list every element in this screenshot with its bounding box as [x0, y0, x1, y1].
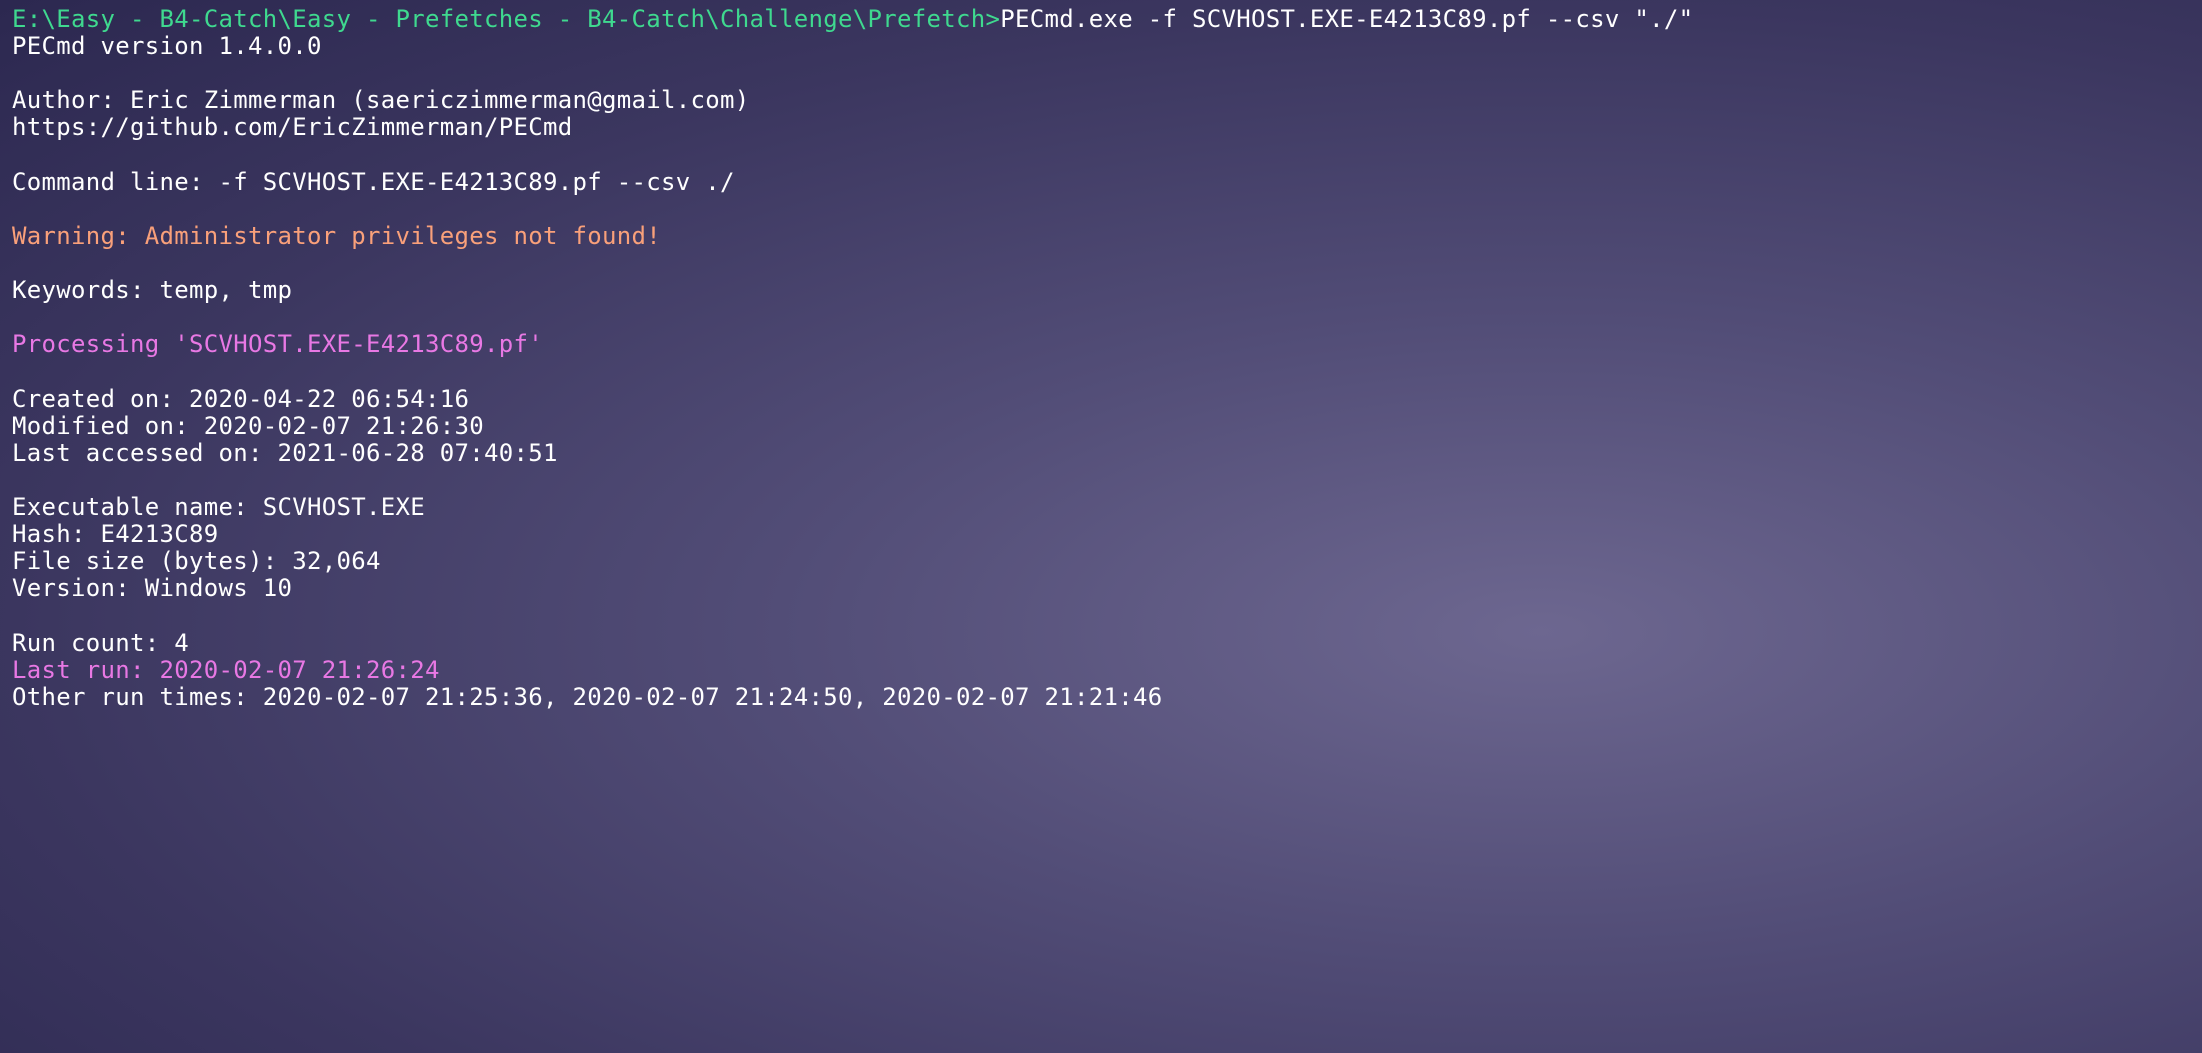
version-os-line: Version: Windows 10 — [12, 575, 2190, 602]
prompt-line[interactable]: E:\Easy - B4-Catch\Easy - Prefetches - B… — [12, 6, 2190, 33]
blank-line — [12, 358, 2190, 385]
blank-line — [12, 250, 2190, 277]
accessed-line: Last accessed on: 2021-06-28 07:40:51 — [12, 440, 2190, 467]
created-line: Created on: 2020-04-22 06:54:16 — [12, 386, 2190, 413]
warning-line: Warning: Administrator privileges not fo… — [12, 223, 2190, 250]
lastrun-line: Last run: 2020-02-07 21:26:24 — [12, 657, 2190, 684]
blank-line — [12, 467, 2190, 494]
otherruns-line: Other run times: 2020-02-07 21:25:36, 20… — [12, 684, 2190, 711]
author-line: Author: Eric Zimmerman (saericzimmerman@… — [12, 87, 2190, 114]
exe-name-line: Executable name: SCVHOST.EXE — [12, 494, 2190, 521]
blank-line — [12, 602, 2190, 629]
blank-line — [12, 196, 2190, 223]
hash-line: Hash: E4213C89 — [12, 521, 2190, 548]
runcount-line: Run count: 4 — [12, 630, 2190, 657]
command-text: PECmd.exe -f SCVHOST.EXE-E4213C89.pf --c… — [1000, 5, 1693, 33]
processing-line: Processing 'SCVHOST.EXE-E4213C89.pf' — [12, 331, 2190, 358]
github-line: https://github.com/EricZimmerman/PECmd — [12, 114, 2190, 141]
cmdline-line: Command line: -f SCVHOST.EXE-E4213C89.pf… — [12, 169, 2190, 196]
blank-line — [12, 60, 2190, 87]
modified-line: Modified on: 2020-02-07 21:26:30 — [12, 413, 2190, 440]
version-line: PECmd version 1.4.0.0 — [12, 33, 2190, 60]
keywords-line: Keywords: temp, tmp — [12, 277, 2190, 304]
filesize-line: File size (bytes): 32,064 — [12, 548, 2190, 575]
blank-line — [12, 142, 2190, 169]
blank-line — [12, 304, 2190, 331]
prompt-path: E:\Easy - B4-Catch\Easy - Prefetches - B… — [12, 5, 1000, 33]
